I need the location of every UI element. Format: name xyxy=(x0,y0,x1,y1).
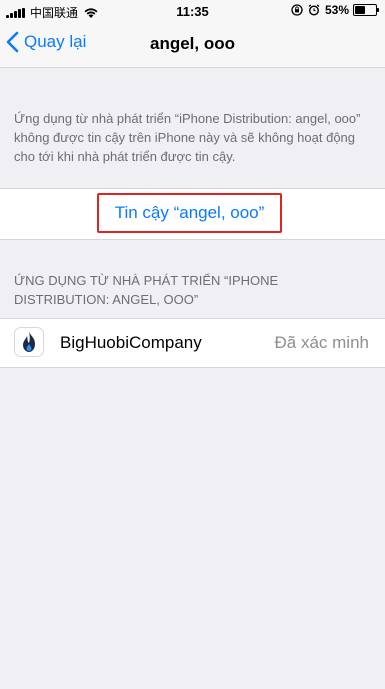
battery-percent: 53% xyxy=(324,3,349,17)
battery-icon xyxy=(353,4,379,16)
page-title: angel, ooo xyxy=(150,34,235,53)
trust-explanation: Ứng dụng từ nhà phát triển “iPhone Distr… xyxy=(14,111,361,164)
app-name: BigHuobiCompany xyxy=(60,333,202,352)
status-bar: 中国联通 11:35 53% xyxy=(0,0,385,22)
trust-button-label: Tin cậy “angel, ooo” xyxy=(114,203,265,222)
huobi-flame-icon xyxy=(14,327,44,357)
app-row[interactable]: BigHuobiCompany Đã xác minh xyxy=(0,318,385,368)
status-right: 53% xyxy=(291,3,379,17)
navigation-bar: Quay lại angel, ooo xyxy=(0,22,385,68)
app-verified-status: Đã xác minh xyxy=(274,333,369,352)
trust-developer-button[interactable]: Tin cậy “angel, ooo” xyxy=(97,193,282,233)
trust-cell: Tin cậy “angel, ooo” xyxy=(0,188,385,240)
apps-section-header: ỨNG DỤNG TỪ NHÀ PHÁT TRIỂN “IPHONE DISTR… xyxy=(14,273,279,307)
alarm-icon xyxy=(308,4,320,16)
rotation-lock-icon xyxy=(291,4,303,16)
